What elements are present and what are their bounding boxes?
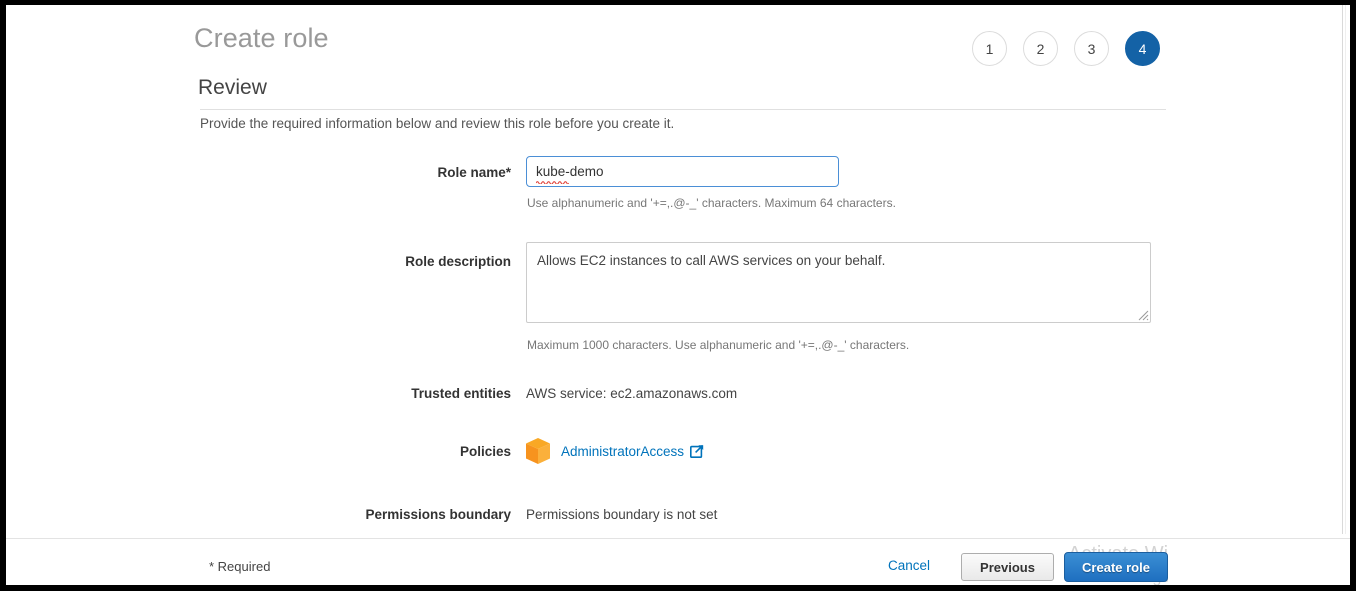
wizard-step-3[interactable]: 3 xyxy=(1074,31,1109,66)
wizard-step-2[interactable]: 2 xyxy=(1023,31,1058,66)
required-note: * Required xyxy=(209,559,271,574)
role-name-input[interactable] xyxy=(526,156,839,187)
wizard-step-4[interactable]: 4 xyxy=(1125,31,1160,66)
create-role-page: Create role 1 2 3 4 Review Provide the r… xyxy=(6,5,1350,585)
footer-divider xyxy=(6,538,1350,539)
page-scrollbar[interactable] xyxy=(1342,5,1343,534)
role-description-label: Role description xyxy=(405,254,511,269)
trusted-entities-value: AWS service: ec2.amazonaws.com xyxy=(526,386,738,401)
page-title: Create role xyxy=(194,23,329,53)
section-title: Review xyxy=(198,76,267,99)
trusted-entities-label: Trusted entities xyxy=(411,386,511,401)
policy-cube-icon xyxy=(526,438,550,464)
permissions-boundary-label: Permissions boundary xyxy=(365,507,511,522)
wizard-step-1[interactable]: 1 xyxy=(972,31,1007,66)
role-name-label: Role name* xyxy=(437,165,511,180)
header-divider xyxy=(200,109,1166,110)
previous-button[interactable]: Previous xyxy=(961,553,1054,581)
wizard-step-indicator: 1 2 3 4 xyxy=(972,31,1160,66)
permissions-boundary-value: Permissions boundary is not set xyxy=(526,507,718,522)
cancel-button[interactable]: Cancel xyxy=(888,558,930,573)
role-description-textarea[interactable] xyxy=(526,242,1151,323)
page-subtitle: Provide the required information below a… xyxy=(200,116,675,131)
policies-label: Policies xyxy=(459,444,511,459)
screenshot-frame: Create role 1 2 3 4 Review Provide the r… xyxy=(0,0,1356,591)
external-link-icon[interactable] xyxy=(690,444,704,458)
page-scrollbar-track[interactable] xyxy=(1345,5,1346,534)
role-name-hint: Use alphanumeric and '+=,.@-_' character… xyxy=(527,196,896,210)
policy-link-administratoraccess[interactable]: AdministratorAccess xyxy=(561,444,684,459)
role-description-hint: Maximum 1000 characters. Use alphanumeri… xyxy=(527,338,910,352)
create-role-button[interactable]: Create role xyxy=(1064,552,1168,582)
